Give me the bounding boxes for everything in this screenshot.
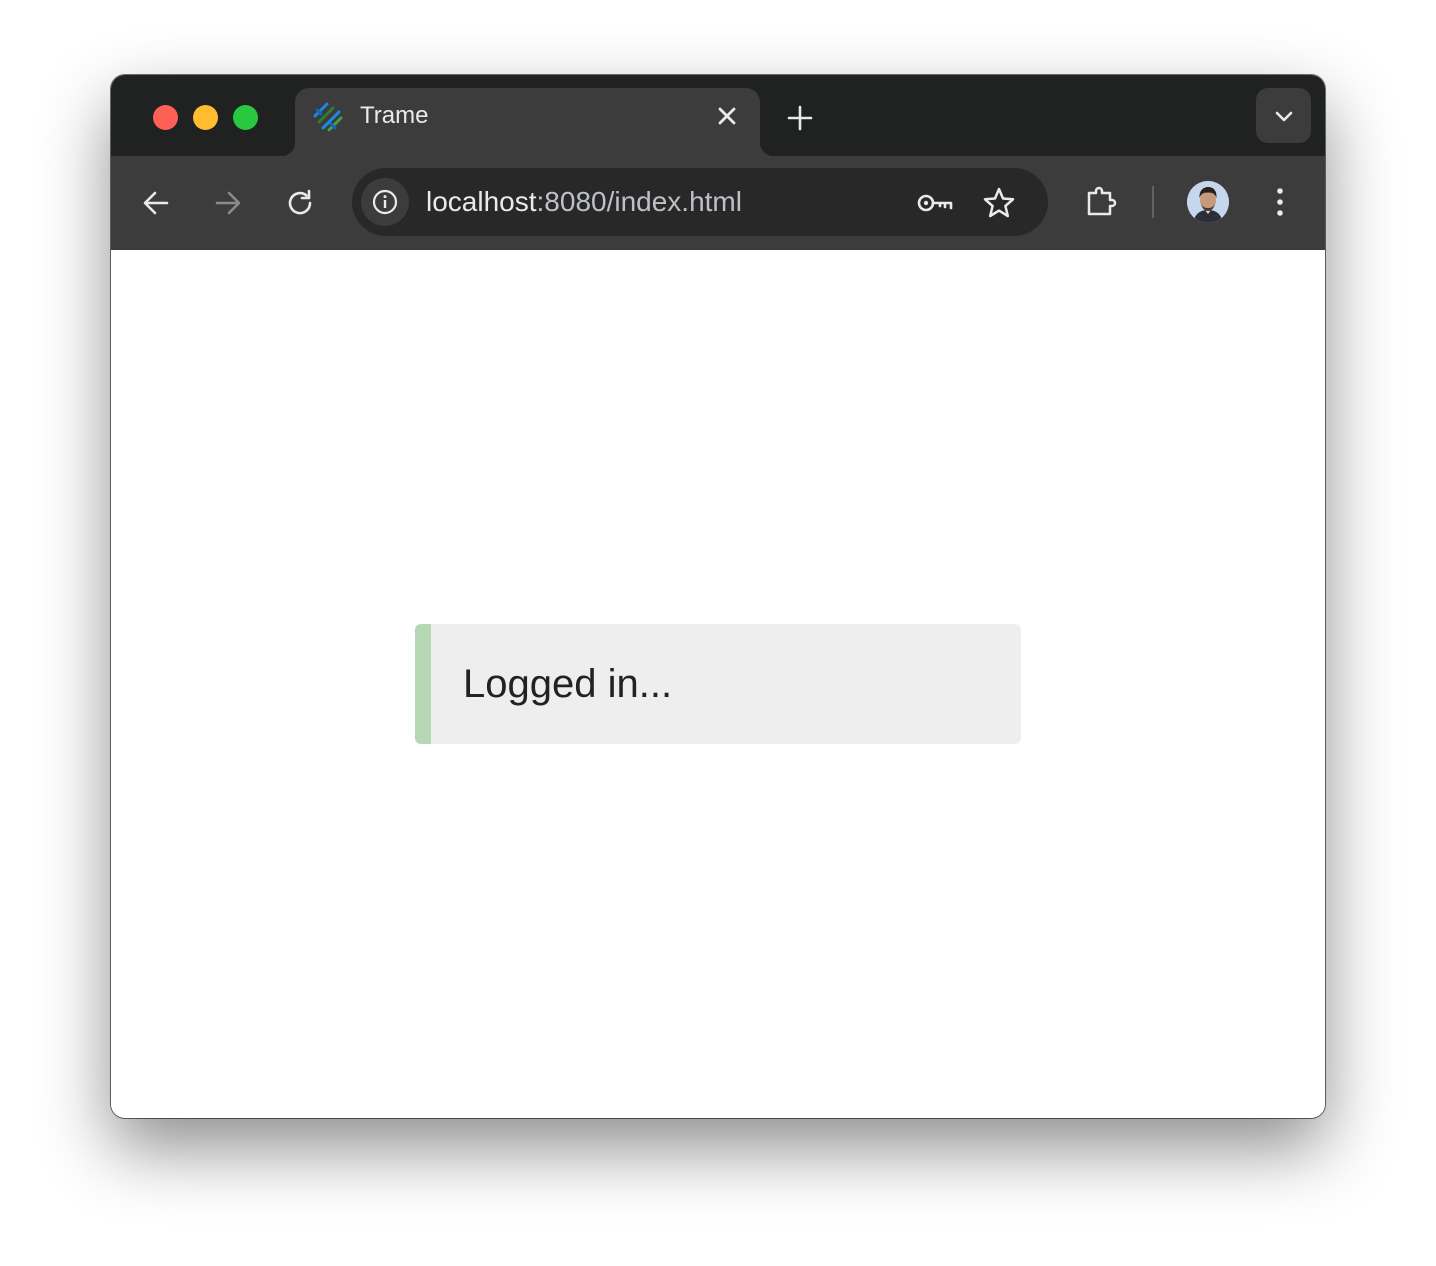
browser-window: Trame localhost:8080/index.html Logged i… [111,75,1325,1118]
avatar[interactable] [1187,181,1229,223]
status-alert: Logged in... [415,624,1021,744]
site-info-button[interactable] [361,178,409,226]
url-path: :8080/index.html [536,186,742,217]
new-tab-icon[interactable] [785,103,815,133]
close-tab-icon[interactable] [715,104,739,128]
chevron-down-icon [1275,111,1293,122]
tab-search-button[interactable] [1256,88,1311,143]
minimize-window-button[interactable] [193,105,218,130]
back-arrow-icon[interactable] [139,186,173,220]
alert-accent-bar [415,624,431,744]
maximize-window-button[interactable] [233,105,258,130]
status-message: Logged in... [463,662,673,706]
trame-logo-icon [311,100,345,134]
reload-icon[interactable] [283,186,317,220]
puzzle-icon[interactable] [1083,184,1119,220]
star-icon[interactable] [981,185,1017,221]
three-dots-icon[interactable] [1263,184,1297,220]
key-icon[interactable] [916,185,953,221]
tab-trame[interactable]: Trame [281,88,774,156]
tab-strip: Trame [111,75,1325,156]
page-content: Logged in... [111,250,1325,1118]
url-host: localhost [426,186,537,217]
close-window-button[interactable] [153,105,178,130]
forward-arrow-icon[interactable] [211,186,245,220]
tab-title: Trame [360,102,429,129]
browser-toolbar: localhost:8080/index.html [111,156,1325,250]
address-bar[interactable]: localhost:8080/index.html [352,168,1048,236]
info-icon [372,189,398,215]
url-text[interactable]: localhost:8080/index.html [426,186,742,218]
toolbar-divider [1152,186,1154,218]
